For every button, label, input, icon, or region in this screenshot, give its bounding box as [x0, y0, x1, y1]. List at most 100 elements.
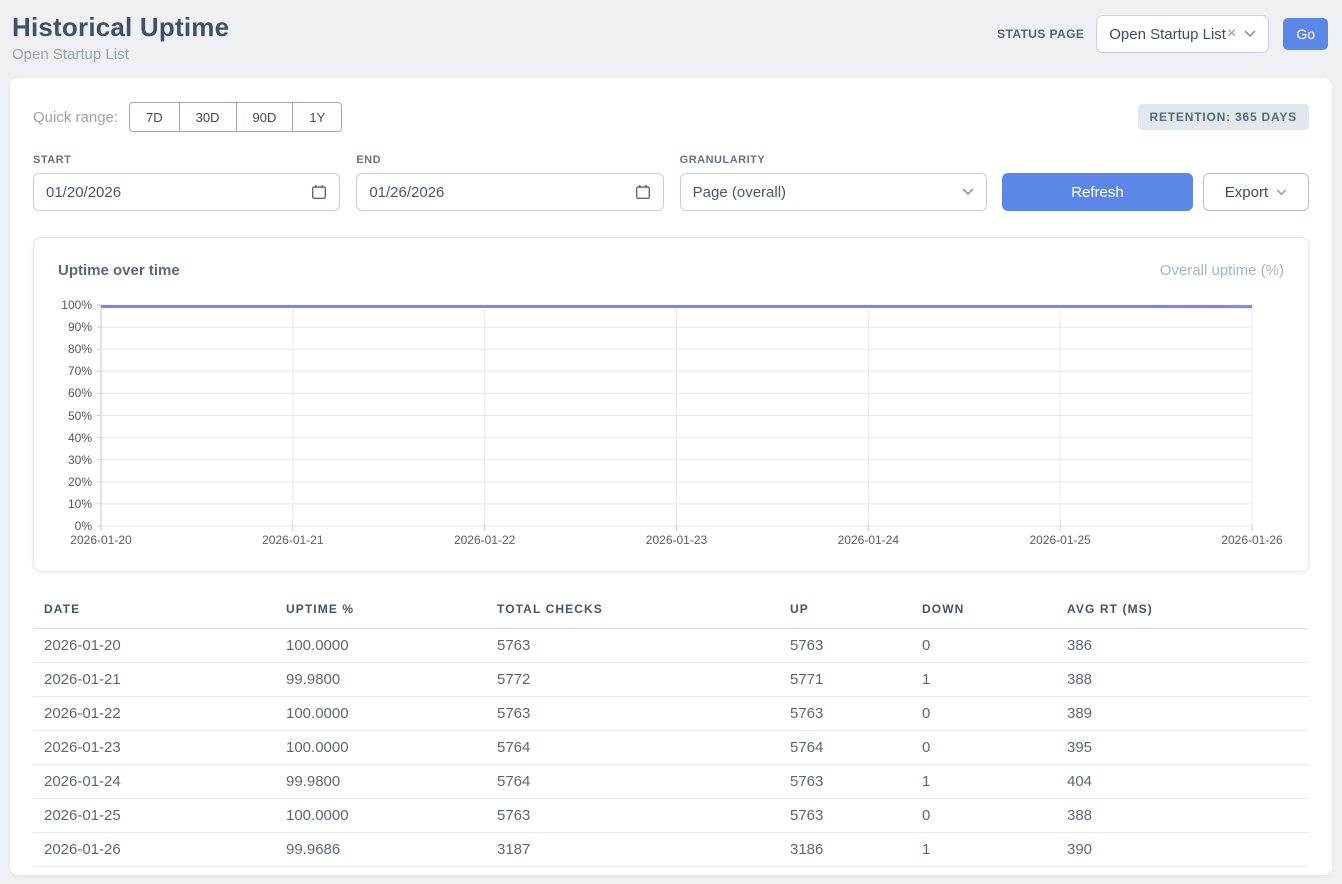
table-cell: 1 — [911, 663, 1056, 697]
chart-x-axis: 2026-01-202026-01-212026-01-222026-01-23… — [101, 533, 1252, 549]
title-block: Historical Uptime Open Startup List — [12, 12, 229, 63]
export-button[interactable]: Export — [1203, 173, 1309, 211]
table-row: 2026-01-2699.9686318731861390 — [33, 833, 1309, 867]
table-cell: 2026-01-25 — [33, 799, 275, 833]
table-cell: 5763 — [486, 799, 779, 833]
y-tick-label: 30% — [68, 453, 92, 467]
granularity-select[interactable]: Page (overall) — [680, 173, 987, 211]
table-row: 2026-01-25100.0000576357630388 — [33, 799, 1309, 833]
table-cell: 388 — [1056, 799, 1309, 833]
table-cell: 100.0000 — [275, 629, 486, 663]
table-cell: 5772 — [486, 663, 779, 697]
table-cell: 2026-01-26 — [33, 833, 275, 867]
table-cell: 99.9800 — [275, 765, 486, 799]
table-cell: 5763 — [486, 629, 779, 663]
quick-range-1y-button[interactable]: 1Y — [292, 102, 342, 132]
table-row: 2026-01-22100.0000576357630389 — [33, 697, 1309, 731]
y-tick-label: 50% — [68, 409, 92, 423]
refresh-button[interactable]: Refresh — [1002, 173, 1193, 211]
table-cell: 5763 — [779, 765, 911, 799]
x-tick-label: 2026-01-23 — [646, 533, 707, 547]
table-header-row: DATEUPTIME %TOTAL CHECKSUPDOWNAVG RT (MS… — [33, 596, 1309, 629]
quick-range-label: Quick range: — [33, 109, 118, 126]
status-page-select[interactable]: Open Startup List × — [1096, 15, 1269, 53]
table-cell: 100.0000 — [275, 731, 486, 765]
calendar-icon[interactable] — [311, 184, 327, 200]
x-tick-label: 2026-01-21 — [262, 533, 323, 547]
column-header: AVG RT (MS) — [1056, 596, 1309, 629]
end-date-input[interactable]: 01/26/2026 — [356, 173, 663, 211]
quick-range-90d-button[interactable]: 90D — [236, 102, 294, 132]
y-tick-label: 40% — [68, 431, 92, 445]
quick-range-row: Quick range: 7D30D90D1Y RETENTION: 365 D… — [33, 102, 1309, 132]
granularity-value: Page (overall) — [693, 184, 786, 201]
page-title: Historical Uptime — [12, 12, 229, 43]
filters-row: START 01/20/2026 END 01/26/2026 GRANULAR… — [33, 154, 1309, 211]
end-date-field: END 01/26/2026 — [356, 154, 663, 211]
chart-y-axis: 100%90%80%70%60%50%40%30%20%10%0% — [58, 305, 101, 526]
start-label: START — [33, 154, 340, 166]
quick-range-7d-button[interactable]: 7D — [129, 102, 180, 132]
table-cell: 2026-01-23 — [33, 731, 275, 765]
column-header: TOTAL CHECKS — [486, 596, 779, 629]
table-cell: 1 — [911, 833, 1056, 867]
table-cell: 0 — [911, 629, 1056, 663]
table-row: 2026-01-2499.9800576457631404 — [33, 765, 1309, 799]
chevron-down-icon — [1276, 189, 1287, 196]
start-date-value: 01/20/2026 — [46, 184, 121, 201]
table-row: 2026-01-2199.9800577257711388 — [33, 663, 1309, 697]
x-tick-label: 2026-01-26 — [1221, 533, 1282, 547]
end-label: END — [356, 154, 663, 166]
chevron-down-icon — [1244, 30, 1256, 38]
start-date-field: START 01/20/2026 — [33, 154, 340, 211]
column-header: DOWN — [911, 596, 1056, 629]
status-page-group: STATUS PAGE Open Startup List × Go — [997, 15, 1328, 53]
column-header: UP — [779, 596, 911, 629]
table-cell: 1 — [911, 765, 1056, 799]
table-cell: 100.0000 — [275, 799, 486, 833]
table-cell: 395 — [1056, 731, 1309, 765]
end-date-value: 01/26/2026 — [369, 184, 444, 201]
chart-plot — [101, 305, 1252, 526]
table-cell: 2026-01-22 — [33, 697, 275, 731]
y-tick-label: 80% — [68, 342, 92, 356]
table-cell: 99.9686 — [275, 833, 486, 867]
main-panel: Quick range: 7D30D90D1Y RETENTION: 365 D… — [10, 78, 1332, 875]
y-tick-label: 60% — [68, 386, 92, 400]
column-header: UPTIME % — [275, 596, 486, 629]
quick-range-group: 7D30D90D1Y — [129, 102, 342, 132]
clear-icon[interactable]: × — [1227, 26, 1236, 42]
table-cell: 388 — [1056, 663, 1309, 697]
y-tick-label: 70% — [68, 364, 92, 378]
granularity-label: GRANULARITY — [680, 154, 987, 166]
y-tick-label: 90% — [68, 320, 92, 334]
table-cell: 5764 — [486, 765, 779, 799]
page-subtitle: Open Startup List — [12, 46, 229, 63]
y-tick-label: 0% — [75, 519, 92, 533]
y-tick-label: 10% — [68, 497, 92, 511]
calendar-icon[interactable] — [635, 184, 651, 200]
table-cell: 100.0000 — [275, 697, 486, 731]
go-button[interactable]: Go — [1283, 18, 1328, 50]
table-cell: 5763 — [486, 697, 779, 731]
x-tick-label: 2026-01-24 — [838, 533, 899, 547]
export-label: Export — [1225, 184, 1268, 201]
table-cell: 5763 — [779, 629, 911, 663]
table-cell: 5764 — [486, 731, 779, 765]
chevron-down-icon — [962, 188, 974, 196]
x-tick-label: 2026-01-25 — [1029, 533, 1090, 547]
table-cell: 0 — [911, 799, 1056, 833]
start-date-input[interactable]: 01/20/2026 — [33, 173, 340, 211]
table-cell: 5763 — [779, 799, 911, 833]
chart-body: 100%90%80%70%60%50%40%30%20%10%0% — [58, 305, 1284, 526]
quick-range-30d-button[interactable]: 30D — [179, 102, 237, 132]
x-tick-label: 2026-01-20 — [70, 533, 131, 547]
status-page-value: Open Startup List — [1109, 26, 1226, 43]
table-cell: 404 — [1056, 765, 1309, 799]
table-cell: 3187 — [486, 833, 779, 867]
table-cell: 2026-01-21 — [33, 663, 275, 697]
chart-card: Uptime over time Overall uptime (%) 100%… — [33, 237, 1309, 572]
status-page-label: STATUS PAGE — [997, 27, 1084, 41]
table-cell: 3186 — [779, 833, 911, 867]
table-body: 2026-01-20100.00005763576303862026-01-21… — [33, 629, 1309, 867]
